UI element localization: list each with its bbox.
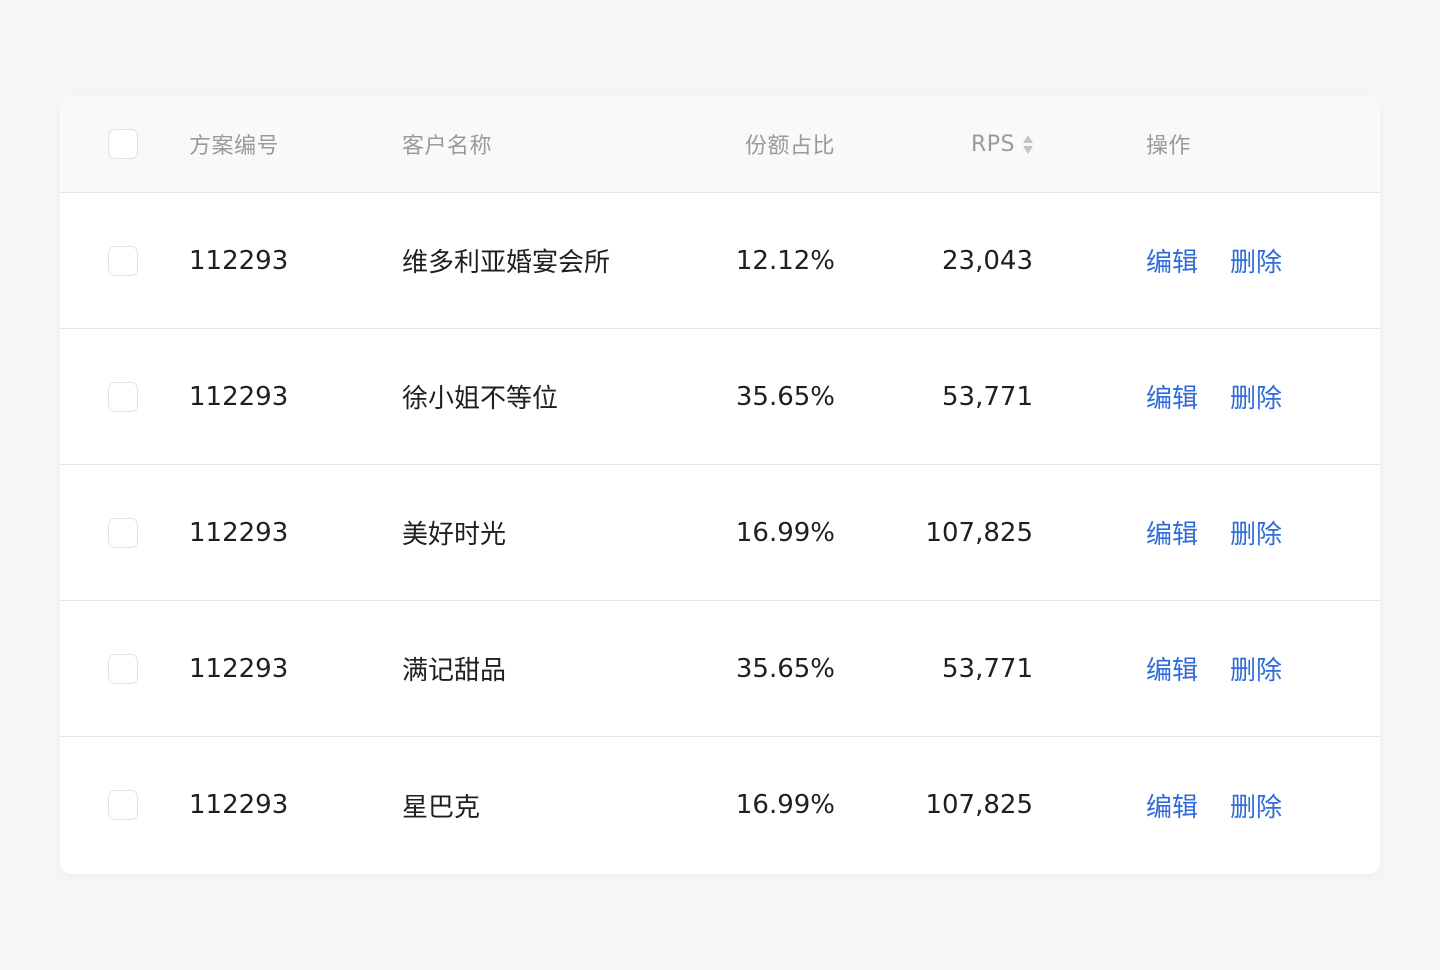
edit-link[interactable]: 编辑 [1146, 787, 1198, 824]
cell-code: 112293 [189, 790, 289, 820]
cell-code: 112293 [189, 245, 289, 276]
delete-link[interactable]: 删除 [1230, 378, 1282, 415]
table-row: 112293 徐小姐不等位 35.65% 53,771 编辑 删除 [60, 329, 1380, 465]
column-header-rps-label: RPS [970, 131, 1015, 157]
sort-descending-icon [1023, 145, 1033, 154]
select-all-cell [108, 96, 138, 192]
cell-rps: 107,825 [925, 517, 1033, 548]
cell-code: 112293 [189, 381, 289, 412]
cell-name: 星巴克 [402, 792, 481, 823]
cell-ops: 编辑 删除 [1146, 193, 1282, 328]
cell-code: 112293 [189, 517, 289, 548]
column-header-share: 份额占比 [744, 134, 835, 159]
row-checkbox[interactable] [108, 653, 138, 684]
row-checkbox-cell [108, 601, 138, 736]
delete-link[interactable]: 删除 [1230, 514, 1282, 551]
delete-link[interactable]: 删除 [1230, 242, 1282, 279]
cell-ops: 编辑 删除 [1146, 601, 1282, 736]
cell-name: 维多利亚婚宴会所 [402, 248, 611, 278]
table-header: 方案编号 客户名称 份额占比 RPS 操作 [60, 96, 1380, 193]
edit-link[interactable]: 编辑 [1146, 650, 1198, 687]
cell-rps: 23,043 [942, 245, 1033, 276]
cell-share: 35.65% [735, 653, 835, 684]
row-checkbox-cell [108, 737, 138, 873]
cell-share: 16.99% [735, 790, 835, 820]
row-checkbox[interactable] [108, 790, 138, 820]
sort-icon[interactable] [1023, 130, 1033, 158]
table-row: 112293 星巴克 16.99% 107,825 编辑 删除 [60, 737, 1380, 873]
edit-link[interactable]: 编辑 [1146, 514, 1198, 551]
cell-ops: 编辑 删除 [1146, 737, 1282, 873]
table-row: 112293 美好时光 16.99% 107,825 编辑 删除 [60, 465, 1380, 601]
edit-link[interactable]: 编辑 [1146, 378, 1198, 415]
cell-share: 16.99% [735, 517, 835, 548]
row-checkbox[interactable] [108, 517, 138, 548]
row-checkbox[interactable] [108, 381, 138, 412]
column-header-ops: 操作 [1146, 134, 1192, 159]
cell-name: 美好时光 [402, 520, 507, 550]
sort-ascending-icon [1023, 134, 1033, 143]
row-checkbox-cell [108, 193, 138, 328]
row-checkbox-cell [108, 465, 138, 600]
cell-ops: 编辑 删除 [1146, 465, 1282, 600]
cell-share: 35.65% [735, 381, 835, 412]
table-row: 112293 满记甜品 35.65% 53,771 编辑 删除 [60, 601, 1380, 737]
cell-name: 满记甜品 [402, 656, 507, 686]
select-all-checkbox[interactable] [108, 129, 138, 159]
cell-rps: 53,771 [942, 653, 1033, 684]
delete-link[interactable]: 删除 [1230, 787, 1282, 824]
table-row: 112293 维多利亚婚宴会所 12.12% 23,043 编辑 删除 [60, 193, 1380, 329]
cell-share: 12.12% [735, 245, 835, 276]
cell-name: 徐小姐不等位 [402, 384, 559, 414]
column-header-code: 方案编号 [189, 134, 280, 159]
column-header-rps[interactable]: RPS [900, 96, 1033, 192]
row-checkbox[interactable] [108, 245, 138, 276]
cell-rps: 107,825 [925, 790, 1033, 820]
edit-link[interactable]: 编辑 [1146, 242, 1198, 279]
cell-code: 112293 [189, 653, 289, 684]
column-header-name: 客户名称 [402, 134, 493, 159]
cell-rps: 53,771 [942, 381, 1033, 412]
cell-ops: 编辑 删除 [1146, 329, 1282, 464]
delete-link[interactable]: 删除 [1230, 650, 1282, 687]
data-table: 方案编号 客户名称 份额占比 RPS 操作 112293 维多利亚婚宴会所 12… [60, 96, 1380, 874]
row-checkbox-cell [108, 329, 138, 464]
